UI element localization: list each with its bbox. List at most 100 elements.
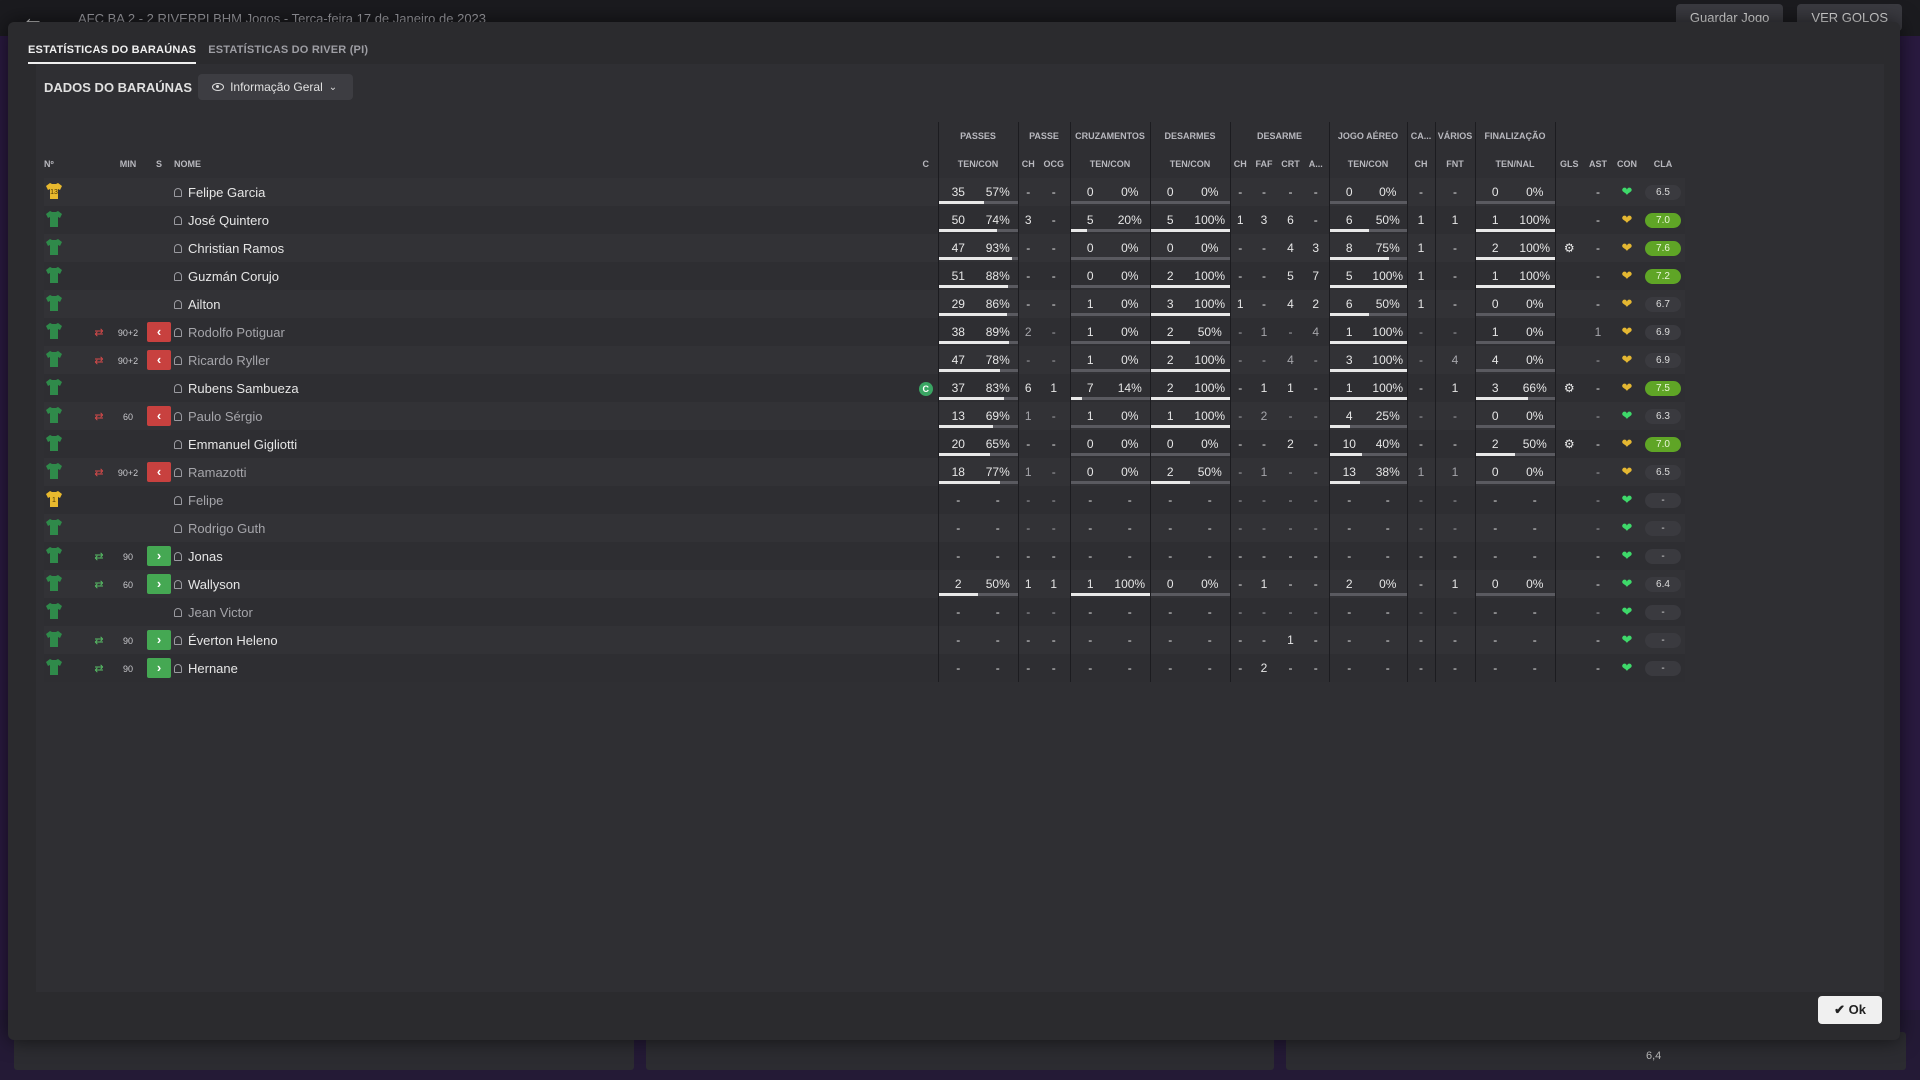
player-name-cell[interactable]: Paulo Sérgio [174,402,914,430]
table-row[interactable]: José Quintero 50 74% 3-5 20% 5 100% 1 3 6-6 50% 1 1 1… [44,206,1685,234]
player-name-cell[interactable]: Wallyson [174,570,914,598]
col-crosses[interactable]: TEN/CON [1069,150,1150,178]
player-name-cell[interactable]: Jonas [174,542,914,570]
table-row[interactable]: ⇄ 90+2 ‹ Ricardo Ryller 47 78% - -1 0% 2 100% - -4-3… [44,346,1685,374]
col-ast[interactable]: AST [1583,150,1613,178]
table-row[interactable]: ⇄ 90+2 ‹ Ramazotti 18 77% 1 - 0 0% 2 50% - 1 - - 13 38% 1 1… [44,458,1685,486]
player-name-cell[interactable]: Éverton Heleno [174,626,914,654]
col-name[interactable]: NOME [174,150,914,178]
col-cla[interactable]: CLA [1641,150,1685,178]
arrow-cell [86,290,112,318]
col-des-crt[interactable]: CRT [1278,150,1303,178]
col-des-a[interactable]: A... [1303,150,1329,178]
table-row[interactable]: ⇄ 90 › Éverton Heleno - - - - - - - - - -1- - - - - - - - ❤ - [44,626,1685,654]
col-des-ch[interactable]: CH [1229,150,1250,178]
table-row[interactable]: Christian Ramos 47 93% - - 0 0% 0 0% - - 4 3 8 75% 1 - 2 1… [44,234,1685,262]
aerial-attempts-cell: 13 [1328,458,1369,486]
finishing-pct: - [1532,549,1537,563]
player-name-cell[interactable]: Ailton [174,290,914,318]
col-number[interactable]: Nº [44,150,86,178]
col-min[interactable]: MIN [112,150,144,178]
tackles-attempts-cell: 0 [1149,570,1190,598]
aerial-bar-fill [1369,369,1407,372]
player-name-cell[interactable]: Felipe Garcia [174,178,914,206]
view-dropdown[interactable]: Informação Geral ⌄ [198,74,354,100]
table-row[interactable]: Rubens Sambueza C 37 83% 6 1 7 14% 2 100% -1 1-1 100… [44,374,1685,402]
player-name: Jean Victor [188,604,253,620]
player-name-cell[interactable]: Ricardo Ryller [174,346,914,374]
table-row[interactable]: ⇄ 60 ‹ Paulo Sérgio 13 69% 1-1 0% 1 100% -2- -4 25% -… [44,402,1685,430]
col-passes[interactable]: TEN/CON [937,150,1018,178]
col-des-faf[interactable]: FAF [1250,150,1278,178]
table-row[interactable]: 13 Felipe Garcia 35 57% - - 0 0% 0 0% - - - - 0 0% - - 0 0%… [44,178,1685,206]
aerial-attempts-cell: 2 [1328,570,1369,598]
captain-cell [914,206,938,234]
col-finishing[interactable]: TEN/NAL [1474,150,1555,178]
col-tackles[interactable]: TEN/CON [1149,150,1230,178]
tab-river-stats[interactable]: ESTATÍSTICAS DO RIVER (PI) [208,44,368,64]
ast-cell: - [1583,598,1613,626]
table-row[interactable]: ⇄ 60 › Wallyson 2 50% 1 1 1 100% 0 0% -1- -2 0% -1 0 0% - ❤… [44,570,1685,598]
col-con[interactable]: CON [1613,150,1641,178]
des-ch: - [1238,493,1243,507]
table-row[interactable]: 1 Felipe - - - - - - - - - - - - - - - - - - - ❤ - [44,486,1685,514]
col-aerial[interactable]: TEN/CON [1328,150,1407,178]
player-name-cell[interactable]: Rodolfo Potiguar [174,318,914,346]
min-cell: 60 [112,402,144,430]
passe-ocg: - [1051,241,1056,255]
captain-cell [914,318,938,346]
aerial-pct: 100% [1372,325,1404,339]
player-name-cell[interactable]: Emmanuel Gigliotti [174,430,914,458]
des-ch: - [1238,185,1243,199]
table-row[interactable]: ⇄ 90 › Jonas - - - - - - - - - - - - - - - - - - - ❤ - [44,542,1685,570]
table-row[interactable]: ⇄ 90+2 ‹ Rodolfo Potiguar 38 89% 2 - 1 0% 2 50% - 1 - 4… [44,318,1685,346]
passes-attempts-cell: 47 [937,346,978,374]
passe-ocg: - [1051,297,1056,311]
ok-button[interactable]: ✔ Ok [1818,996,1882,1024]
passes-pct: - [995,521,1000,535]
table-row[interactable]: Guzmán Corujo 51 88% - -0 0% 2 100% - -5 7 5 100% 1-1… [44,262,1685,290]
tackles-pct: 100% [1194,213,1226,227]
gls-cell [1554,458,1583,486]
player-name-cell[interactable]: Rodrigo Guth [174,514,914,542]
captain-cell [914,430,938,458]
player-name-cell[interactable]: Rubens Sambueza [174,374,914,402]
player-name-cell[interactable]: Jean Victor [174,598,914,626]
tab-baraunas-stats[interactable]: ESTATÍSTICAS DO BARAÚNAS [28,44,197,64]
player-name-cell[interactable]: Felipe [174,486,914,514]
col-c[interactable]: C [914,150,938,178]
table-row[interactable]: Ailton 29 86% - - 1 0% 3 100% 1 - 4 2 6 50% 1 - 0 0% - ❤ 6.7 [44,290,1685,318]
finishing-bar-fill [1515,229,1555,232]
passe-ch-cell: - [1017,346,1038,374]
col-gls[interactable]: GLS [1554,150,1583,178]
table-row[interactable]: Emmanuel Gigliotti 20 65% - - 0 0% 0 0% - - 2 - 10 40%… [44,430,1685,458]
player-name-cell[interactable]: Hernane [174,654,914,682]
tackles-attempts: 2 [1166,465,1174,479]
finishing-attempts: 2 [1491,437,1499,451]
shirt-cell [44,318,86,346]
table-row[interactable]: Jean Victor - - - - - - - - - - - - - - - - - - - ❤ - [44,598,1685,626]
col-s[interactable]: S [144,150,174,178]
player-name-cell[interactable]: Ramazotti [174,458,914,486]
fnt-cell: - [1434,430,1475,458]
passe-ch-cell: - [1017,542,1038,570]
player-name-cell[interactable]: Guzmán Corujo [174,262,914,290]
tackles-attempts: 0 [1166,185,1174,199]
col-ca-ch[interactable]: CH [1406,150,1435,178]
des-crt-cell: 1 [1278,626,1303,654]
col-fnt[interactable]: FNT [1434,150,1475,178]
player-name-cell[interactable]: Christian Ramos [174,234,914,262]
finishing-attempts: 0 [1491,409,1499,423]
player-name-cell[interactable]: José Quintero [174,206,914,234]
crosses-pct-cell: - [1110,626,1150,654]
player-name: Wallyson [188,576,241,592]
ca-ch: 1 [1417,297,1425,311]
rating-cell: 7.0 [1641,430,1685,458]
table-row[interactable]: Rodrigo Guth - - - - - - - - - - - - - - - - - - - ❤ - [44,514,1685,542]
col-passe-ocg[interactable]: OCG [1038,150,1070,178]
passe-ocg: - [1051,465,1056,479]
table-row[interactable]: ⇄ 90 › Hernane - - - - - - - - -2- - - - - - - - - ❤ - [44,654,1685,682]
con-cell: ❤ [1613,626,1641,654]
sub-cell [144,374,174,402]
col-passe-ch[interactable]: CH [1017,150,1038,178]
